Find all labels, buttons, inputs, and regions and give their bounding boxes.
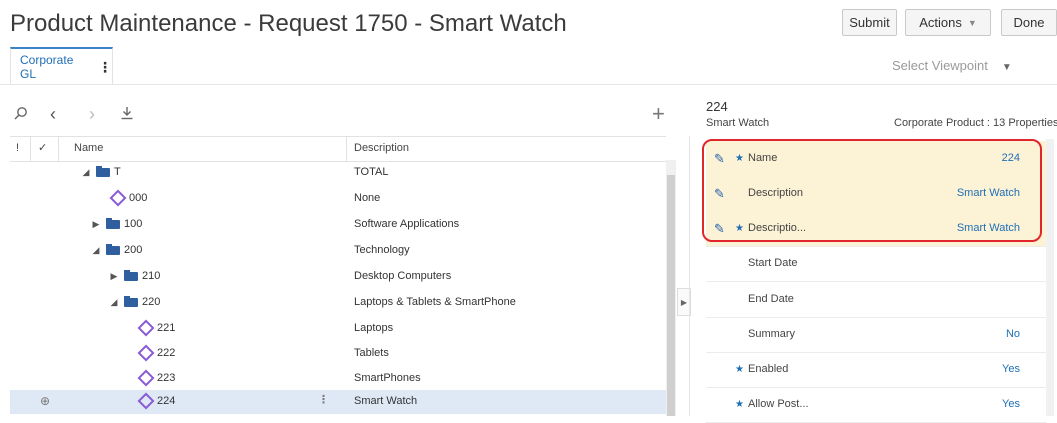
property-class-label: Corporate Product : 13 Properties [894, 117, 1057, 129]
folder-icon [124, 269, 138, 281]
highlight-callout [702, 139, 1042, 242]
required-icon: ★ [735, 399, 744, 410]
caret-down-icon: ▼ [967, 17, 977, 28]
add-circle-icon[interactable]: ⊕ [40, 394, 50, 408]
table-row[interactable]: ◢ T TOTAL [10, 161, 666, 185]
row-kebab-icon[interactable]: ⋮ [318, 393, 329, 406]
member-icon [109, 189, 127, 207]
property-scrollbar[interactable] [1046, 139, 1054, 416]
expanded-icon[interactable]: ◢ [80, 167, 92, 178]
add-icon[interactable]: + [652, 101, 665, 127]
member-icon [137, 392, 155, 410]
panel-divider [689, 136, 690, 416]
table-row-selected[interactable]: ⊕ 224 ⋮ Smart Watch [10, 390, 666, 414]
viewpoint-select[interactable]: Select Viewpoint ▼ [892, 58, 1012, 73]
member-icon [137, 369, 155, 387]
member-icon [137, 344, 155, 362]
done-button[interactable]: Done [1001, 9, 1057, 36]
caret-down-icon: ▼ [1001, 62, 1012, 73]
column-name[interactable]: Name [74, 142, 103, 154]
kebab-icon[interactable]: ⋮ [98, 60, 112, 74]
expanded-icon[interactable]: ◢ [90, 245, 102, 256]
collapsed-icon[interactable]: ▶ [108, 271, 120, 282]
property-row-enabled[interactable]: ★ Enabled Yes [706, 352, 1046, 388]
folder-icon [96, 165, 110, 177]
flag-icon: ! [16, 142, 20, 154]
property-row-allow-posting[interactable]: ★ Allow Post... Yes [706, 387, 1046, 423]
folder-icon [106, 243, 120, 255]
table-row[interactable]: 222 Tablets [10, 342, 666, 366]
table-row[interactable]: 000 None [10, 187, 666, 211]
property-row-end-date[interactable]: End Date [706, 282, 1046, 318]
table-row[interactable]: ▶ 100 Software Applications [10, 213, 666, 237]
forward-icon[interactable]: › [89, 104, 95, 125]
page-title: Product Maintenance - Request 1750 - Sma… [10, 10, 567, 37]
back-icon[interactable]: ‹ [50, 104, 56, 125]
property-member-name: Smart Watch [706, 117, 770, 129]
required-icon: ★ [735, 364, 744, 375]
column-description[interactable]: Description [354, 142, 409, 154]
grid-scrollbar-thumb[interactable] [667, 175, 675, 416]
collapsed-icon[interactable]: ▶ [90, 219, 102, 230]
download-icon[interactable] [120, 106, 134, 124]
table-row[interactable]: 223 SmartPhones [10, 367, 666, 391]
expanded-icon[interactable]: ◢ [108, 297, 120, 308]
property-member-id: 224 [706, 99, 728, 114]
table-row[interactable]: ◢ 200 Technology [10, 239, 666, 263]
search-icon[interactable] [14, 106, 28, 124]
folder-icon [106, 217, 120, 229]
actions-button[interactable]: Actions ▼ [905, 9, 991, 36]
grid-header: ! ✓ Name Description [10, 136, 666, 162]
tab-corporate-gl[interactable]: Corporate GL ⋮ [10, 47, 113, 85]
submit-button[interactable]: Submit [842, 9, 897, 36]
tab-divider [0, 84, 1057, 85]
folder-icon [124, 295, 138, 307]
property-row-summary[interactable]: Summary No [706, 317, 1046, 353]
member-icon [137, 319, 155, 337]
table-row[interactable]: ◢ 220 Laptops & Tablets & SmartPhone [10, 291, 666, 315]
property-row-start-date[interactable]: Start Date [706, 246, 1046, 282]
table-row[interactable]: 221 Laptops [10, 317, 666, 341]
check-icon: ✓ [38, 142, 48, 154]
table-row[interactable]: ▶ 210 Desktop Computers [10, 265, 666, 289]
